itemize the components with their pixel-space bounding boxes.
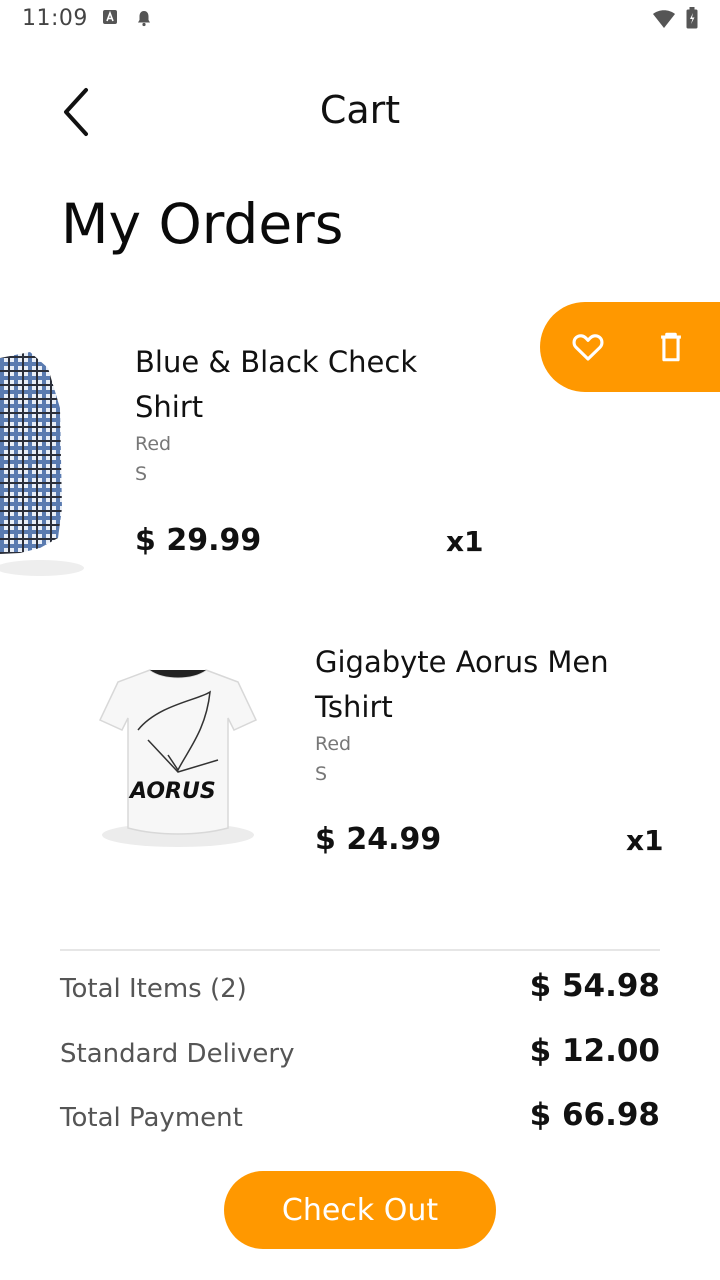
trash-icon[interactable] <box>654 330 688 364</box>
bell-icon <box>138 11 150 27</box>
swipe-actions <box>540 302 720 392</box>
summary-delivery: Standard Delivery $ 12.00 <box>60 1033 660 1083</box>
payment-value: $ 66.98 <box>529 1097 660 1133</box>
item-color: Red <box>135 433 172 455</box>
item-price: $ 29.99 <box>135 523 262 558</box>
notification-a-icon <box>103 10 117 24</box>
total-items-label: Total Items (2) <box>60 974 247 1004</box>
app-header: Cart <box>0 70 720 150</box>
cart-item[interactable]: AORUS Gigabyte Aorus Men Tshirt Red S $ … <box>0 600 720 900</box>
summary-payment: Total Payment $ 66.98 <box>60 1097 660 1147</box>
status-time: 11:09 <box>22 6 88 31</box>
item-name: Gigabyte Aorus Men Tshirt <box>315 645 609 724</box>
battery-icon <box>686 7 698 29</box>
page-title: My Orders <box>61 192 344 256</box>
status-bar: 11:09 <box>0 0 720 36</box>
heart-icon[interactable] <box>571 330 605 364</box>
item-size: S <box>315 763 328 785</box>
product-image-shirt <box>0 352 84 576</box>
item-name: Blue & Black Check Shirt <box>135 345 418 424</box>
item-qty: x1 <box>626 824 664 857</box>
item-size: S <box>135 463 148 485</box>
item-color: Red <box>315 733 352 755</box>
payment-label: Total Payment <box>60 1103 243 1133</box>
wifi-icon <box>653 10 675 28</box>
checkout-button[interactable]: Check Out <box>224 1171 496 1249</box>
delivery-label: Standard Delivery <box>60 1039 295 1069</box>
divider <box>60 949 660 951</box>
delivery-value: $ 12.00 <box>529 1033 660 1069</box>
header-title: Cart <box>319 88 401 132</box>
product-image-tshirt: AORUS <box>98 669 258 847</box>
total-items-value: $ 54.98 <box>529 968 660 1004</box>
item-price: $ 24.99 <box>315 822 442 857</box>
svg-text:AORUS: AORUS <box>128 779 216 804</box>
summary-total-items: Total Items (2) $ 54.98 <box>60 968 660 1018</box>
item-qty: x1 <box>446 525 484 558</box>
